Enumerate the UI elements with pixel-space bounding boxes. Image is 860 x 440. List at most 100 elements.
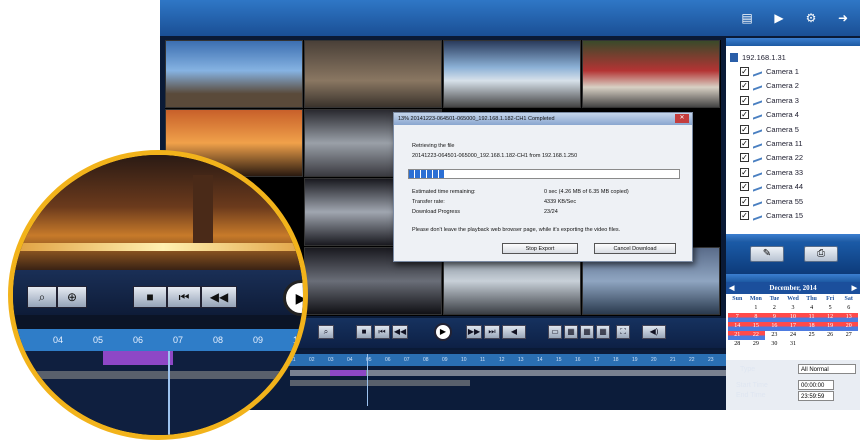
timeline-tick: 14 (537, 357, 543, 363)
calendar-day[interactable]: 29 (747, 340, 766, 349)
camera-checkbox[interactable]: ✓ (740, 124, 749, 134)
tools-icon[interactable]: ✎ (750, 246, 784, 262)
device-row[interactable]: 192.168.1.31 (730, 50, 856, 64)
timeline-cursor[interactable] (367, 354, 368, 406)
calendar-day[interactable]: 10 (783, 313, 803, 322)
calendar-day[interactable]: 5 (821, 304, 840, 313)
volume-icon[interactable]: ◀) (642, 325, 666, 339)
calendar-day[interactable]: 28 (728, 340, 747, 349)
logout-icon[interactable]: ➜ (834, 10, 852, 26)
camera-checkbox[interactable]: ✓ (740, 196, 749, 206)
calendar-day[interactable]: 6 (839, 304, 858, 313)
play-button[interactable]: ▶ (434, 323, 452, 341)
close-icon[interactable]: ✕ (675, 114, 689, 123)
calendar-day[interactable]: 11 (802, 313, 821, 322)
calendar-day[interactable]: 4 (802, 304, 821, 313)
zoom-in-icon[interactable]: ⊕ (57, 286, 87, 308)
timeline-tick: 06 (385, 357, 391, 363)
camera-checkbox[interactable]: ✓ (740, 110, 749, 120)
camera-row[interactable]: ✓ Camera 15 (730, 208, 856, 222)
end-time-input[interactable]: 23:59:59 (798, 391, 834, 401)
calendar-day[interactable]: 13 (839, 313, 858, 322)
calendar-day[interactable]: 20 (839, 322, 858, 331)
rate-label: Transfer rate: (412, 199, 445, 205)
layout-4-icon[interactable]: ▦ (564, 325, 578, 339)
calendar-day[interactable]: 23 (765, 331, 784, 340)
calendar-day[interactable]: 8 (746, 313, 766, 322)
prev-button-large[interactable]: ⏮ (167, 286, 201, 308)
camera-row[interactable]: ✓ Camera 44 (730, 180, 856, 194)
video-tile-4[interactable] (582, 40, 720, 108)
calendar-day[interactable]: 14 (728, 322, 747, 331)
magnified-tick: 06 (133, 335, 144, 345)
stop-button-large[interactable]: ■ (133, 286, 167, 308)
calendar-day[interactable]: 3 (784, 304, 803, 313)
camera-row[interactable]: ✓ Camera 1 (730, 64, 856, 78)
prev-month-icon[interactable]: ◀ (729, 282, 734, 294)
camera-checkbox[interactable]: ✓ (740, 139, 749, 149)
calendar-day[interactable]: 21 (728, 331, 747, 340)
layout-16-icon[interactable]: ▦ (596, 325, 610, 339)
calendar-day[interactable]: 12 (820, 313, 840, 322)
camera-checkbox[interactable]: ✓ (740, 167, 749, 177)
camera-row[interactable]: ✓ Camera 2 (730, 79, 856, 93)
layout-9-icon[interactable]: ▦ (580, 325, 594, 339)
camera-checkbox[interactable]: ✓ (740, 95, 749, 105)
camera-checkbox[interactable]: ✓ (740, 81, 749, 91)
camera-row[interactable]: ✓ Camera 55 (730, 194, 856, 208)
list-icon[interactable]: ▤ (738, 10, 756, 26)
camera-row[interactable]: ✓ Camera 4 (730, 108, 856, 122)
camera-row[interactable]: ✓ Camera 11 (730, 136, 856, 150)
calendar-day[interactable]: 30 (765, 340, 784, 349)
camera-checkbox[interactable]: ✓ (740, 67, 749, 77)
camera-checkbox[interactable]: ✓ (740, 153, 749, 163)
prev-frame-button[interactable]: ⏮ (374, 325, 390, 339)
rewind-button-large[interactable]: ◀◀ (201, 286, 237, 308)
calendar-day[interactable]: 9 (765, 313, 784, 322)
video-tile-2[interactable] (304, 40, 442, 108)
camera-row[interactable]: ✓ Camera 5 (730, 122, 856, 136)
calendar-day[interactable]: 25 (802, 331, 821, 340)
camera-row[interactable]: ✓ Camera 33 (730, 165, 856, 179)
layout-1-icon[interactable]: ▭ (548, 325, 562, 339)
fullscreen-icon[interactable]: ⛶ (616, 325, 630, 339)
camera-row[interactable]: ✓ Camera 22 (730, 151, 856, 165)
settings-icon[interactable]: ⚙ (802, 10, 820, 26)
camera-row[interactable]: ✓ Camera 3 (730, 93, 856, 107)
type-select[interactable]: All Normal (798, 364, 856, 374)
cancel-download-button[interactable]: Cancel Download (594, 243, 676, 254)
calendar-day[interactable]: 18 (802, 322, 821, 331)
stop-export-button[interactable]: Stop Export (502, 243, 578, 254)
camera-checkbox[interactable]: ✓ (740, 182, 749, 192)
calendar-day[interactable]: 31 (784, 340, 803, 349)
timeline-tick: 22 (689, 357, 695, 363)
calendar-day[interactable]: 17 (783, 322, 803, 331)
next-month-icon[interactable]: ▶ (852, 282, 857, 294)
calendar-day[interactable]: 15 (746, 322, 766, 331)
start-time-input[interactable]: 00:00:00 (798, 380, 834, 390)
calendar-day[interactable]: 26 (821, 331, 840, 340)
video-tile-1[interactable] (165, 40, 303, 108)
calendar-day[interactable]: 7 (728, 313, 747, 322)
play-icon[interactable]: ▶ (770, 10, 788, 26)
search-icon[interactable]: ⌕ (27, 286, 57, 308)
stop-button[interactable]: ■ (356, 325, 372, 339)
video-tile-3[interactable] (443, 40, 581, 108)
camera-checkbox[interactable]: ✓ (740, 210, 749, 220)
calendar-day[interactable]: 16 (765, 322, 784, 331)
next-frame-button[interactable]: ⏭ (484, 325, 500, 339)
rewind-button[interactable]: ◀◀ (392, 325, 408, 339)
timeline-tick: 23 (708, 357, 714, 363)
export-icon[interactable]: ⎙ (804, 246, 838, 262)
calendar-day[interactable]: 2 (765, 304, 784, 313)
calendar-day[interactable]: 1 (747, 304, 766, 313)
calendar-day[interactable]: 19 (820, 322, 840, 331)
timeline-tick: 11 (480, 357, 486, 363)
zoom-icon[interactable]: ⌕ (318, 325, 334, 339)
calendar-day[interactable]: 22 (746, 331, 766, 340)
play-button-large[interactable]: ▶ (283, 280, 303, 316)
slow-button[interactable]: ◀ (502, 325, 526, 339)
forward-button[interactable]: ▶▶ (466, 325, 482, 339)
calendar-day[interactable]: 27 (839, 331, 858, 340)
calendar-day[interactable]: 24 (784, 331, 803, 340)
